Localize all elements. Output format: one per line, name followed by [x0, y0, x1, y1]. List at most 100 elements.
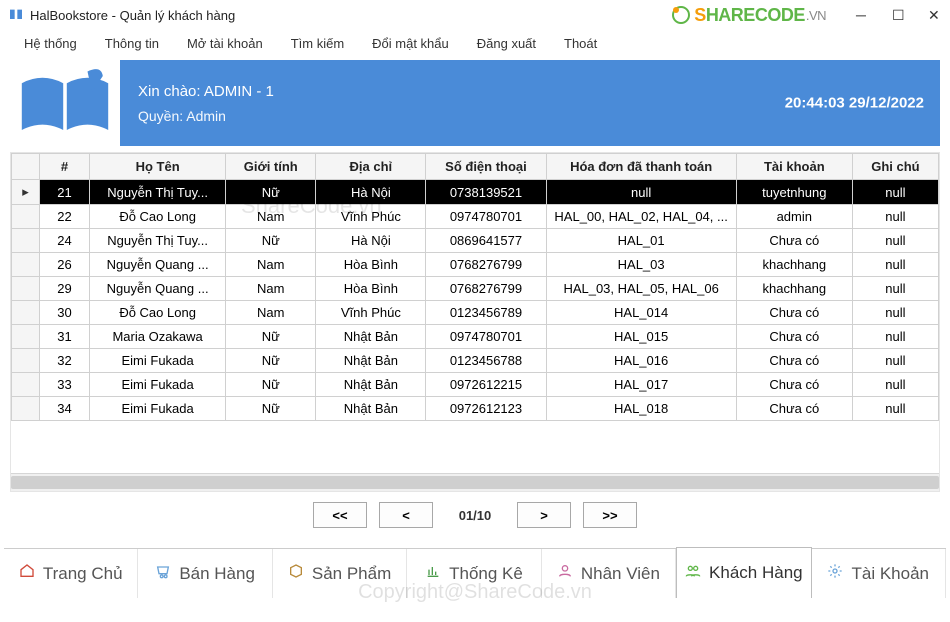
cell[interactable]: HAL_03: [546, 253, 736, 277]
cell[interactable]: Chưa có: [736, 325, 852, 349]
cell[interactable]: 29: [40, 277, 90, 301]
scrollbar-thumb[interactable]: [11, 476, 939, 489]
cell[interactable]: khachhang: [736, 277, 852, 301]
row-header-cell[interactable]: [12, 229, 40, 253]
column-header[interactable]: #: [40, 154, 90, 180]
menu-item[interactable]: Tìm kiếm: [277, 32, 358, 55]
table-row[interactable]: 22Đỗ Cao LongNamVĩnh Phúc0974780701HAL_0…: [12, 205, 939, 229]
cell[interactable]: HAL_016: [546, 349, 736, 373]
cell[interactable]: HAL_01: [546, 229, 736, 253]
menu-item[interactable]: Thoát: [550, 32, 611, 55]
column-header[interactable]: Hóa đơn đã thanh toán: [546, 154, 736, 180]
menu-item[interactable]: Đổi mật khẩu: [358, 32, 463, 55]
cell[interactable]: null: [852, 277, 938, 301]
cell[interactable]: null: [852, 229, 938, 253]
cell[interactable]: Maria Ozakawa: [90, 325, 226, 349]
cell[interactable]: Hòa Bình: [316, 253, 426, 277]
cell[interactable]: Eimi Fukada: [90, 397, 226, 421]
cell[interactable]: Nữ: [226, 180, 316, 205]
cell[interactable]: 0972612123: [426, 397, 546, 421]
cell[interactable]: Nhật Bản: [316, 349, 426, 373]
cell[interactable]: tuyetnhung: [736, 180, 852, 205]
tab-box[interactable]: Sản Phẩm: [273, 549, 407, 598]
row-header-cell[interactable]: [12, 373, 40, 397]
tab-user[interactable]: Nhân Viên: [542, 549, 676, 598]
cell[interactable]: admin: [736, 205, 852, 229]
cell[interactable]: 24: [40, 229, 90, 253]
cell[interactable]: Nam: [226, 253, 316, 277]
cell[interactable]: Nữ: [226, 397, 316, 421]
cell[interactable]: 0972612215: [426, 373, 546, 397]
cell[interactable]: HAL_017: [546, 373, 736, 397]
table-row[interactable]: 31Maria OzakawaNữNhật Bản0974780701HAL_0…: [12, 325, 939, 349]
cell[interactable]: Eimi Fukada: [90, 349, 226, 373]
row-header-cell[interactable]: [12, 397, 40, 421]
cell[interactable]: 0768276799: [426, 253, 546, 277]
pager-prev-button[interactable]: <: [379, 502, 433, 528]
cell[interactable]: Chưa có: [736, 349, 852, 373]
row-header-cell[interactable]: [12, 205, 40, 229]
cell[interactable]: HAL_00, HAL_02, HAL_04, ...: [546, 205, 736, 229]
cell[interactable]: null: [852, 397, 938, 421]
cell[interactable]: 0974780701: [426, 205, 546, 229]
tab-chart[interactable]: Thống Kê: [407, 549, 541, 598]
cell[interactable]: null: [852, 349, 938, 373]
cell[interactable]: Nữ: [226, 349, 316, 373]
cell[interactable]: Nữ: [226, 325, 316, 349]
cell[interactable]: 0869641577: [426, 229, 546, 253]
cell[interactable]: Nguyễn Quang ...: [90, 277, 226, 301]
cell[interactable]: Nam: [226, 205, 316, 229]
cell[interactable]: Nguyễn Thị Tuy...: [90, 229, 226, 253]
cell[interactable]: Nhật Bản: [316, 325, 426, 349]
cell[interactable]: 31: [40, 325, 90, 349]
cell[interactable]: Hà Nội: [316, 180, 426, 205]
cell[interactable]: Đỗ Cao Long: [90, 205, 226, 229]
cell[interactable]: Nữ: [226, 229, 316, 253]
row-header-cell[interactable]: [12, 349, 40, 373]
cell[interactable]: 0123456788: [426, 349, 546, 373]
cell[interactable]: null: [852, 180, 938, 205]
column-header[interactable]: Ghi chú: [852, 154, 938, 180]
cell[interactable]: Eimi Fukada: [90, 373, 226, 397]
cell[interactable]: 22: [40, 205, 90, 229]
column-header[interactable]: Tài khoản: [736, 154, 852, 180]
table-row[interactable]: 30Đỗ Cao LongNamVĩnh Phúc0123456789HAL_0…: [12, 301, 939, 325]
cell[interactable]: Nguyễn Quang ...: [90, 253, 226, 277]
cell[interactable]: Vĩnh Phúc: [316, 205, 426, 229]
cell[interactable]: HAL_03, HAL_05, HAL_06: [546, 277, 736, 301]
cell[interactable]: 0123456789: [426, 301, 546, 325]
menu-item[interactable]: Hệ thống: [10, 32, 91, 55]
menu-item[interactable]: Thông tin: [91, 32, 173, 55]
cell[interactable]: null: [852, 253, 938, 277]
table-row[interactable]: ▸21Nguyễn Thị Tuy...NữHà Nội0738139521nu…: [12, 180, 939, 205]
table-row[interactable]: 24Nguyễn Thị Tuy...NữHà Nội0869641577HAL…: [12, 229, 939, 253]
column-header[interactable]: Giới tính: [226, 154, 316, 180]
menu-item[interactable]: Mở tài khoản: [173, 32, 277, 55]
cell[interactable]: 21: [40, 180, 90, 205]
cell[interactable]: HAL_015: [546, 325, 736, 349]
cell[interactable]: Chưa có: [736, 397, 852, 421]
table-row[interactable]: 33Eimi FukadaNữNhật Bản0972612215HAL_017…: [12, 373, 939, 397]
cell[interactable]: null: [852, 205, 938, 229]
row-header-cell[interactable]: [12, 277, 40, 301]
cell[interactable]: Vĩnh Phúc: [316, 301, 426, 325]
row-header-cell[interactable]: [12, 325, 40, 349]
cell[interactable]: null: [852, 301, 938, 325]
cell[interactable]: Nữ: [226, 373, 316, 397]
cell[interactable]: Đỗ Cao Long: [90, 301, 226, 325]
cell[interactable]: null: [852, 373, 938, 397]
cell[interactable]: Chưa có: [736, 229, 852, 253]
cell[interactable]: Chưa có: [736, 301, 852, 325]
tab-users[interactable]: Khách Hàng: [676, 547, 811, 598]
row-header-cell[interactable]: [12, 253, 40, 277]
cell[interactable]: Nguyễn Thị Tuy...: [90, 180, 226, 205]
row-header-cell[interactable]: ▸: [12, 180, 40, 205]
table-row[interactable]: 34Eimi FukadaNữNhật Bản0972612123HAL_018…: [12, 397, 939, 421]
cell[interactable]: Nhật Bản: [316, 397, 426, 421]
cell[interactable]: 33: [40, 373, 90, 397]
tab-gear[interactable]: Tài Khoản: [812, 549, 946, 598]
cell[interactable]: 0768276799: [426, 277, 546, 301]
cell[interactable]: HAL_018: [546, 397, 736, 421]
cell[interactable]: khachhang: [736, 253, 852, 277]
minimize-button[interactable]: ─: [856, 8, 870, 22]
